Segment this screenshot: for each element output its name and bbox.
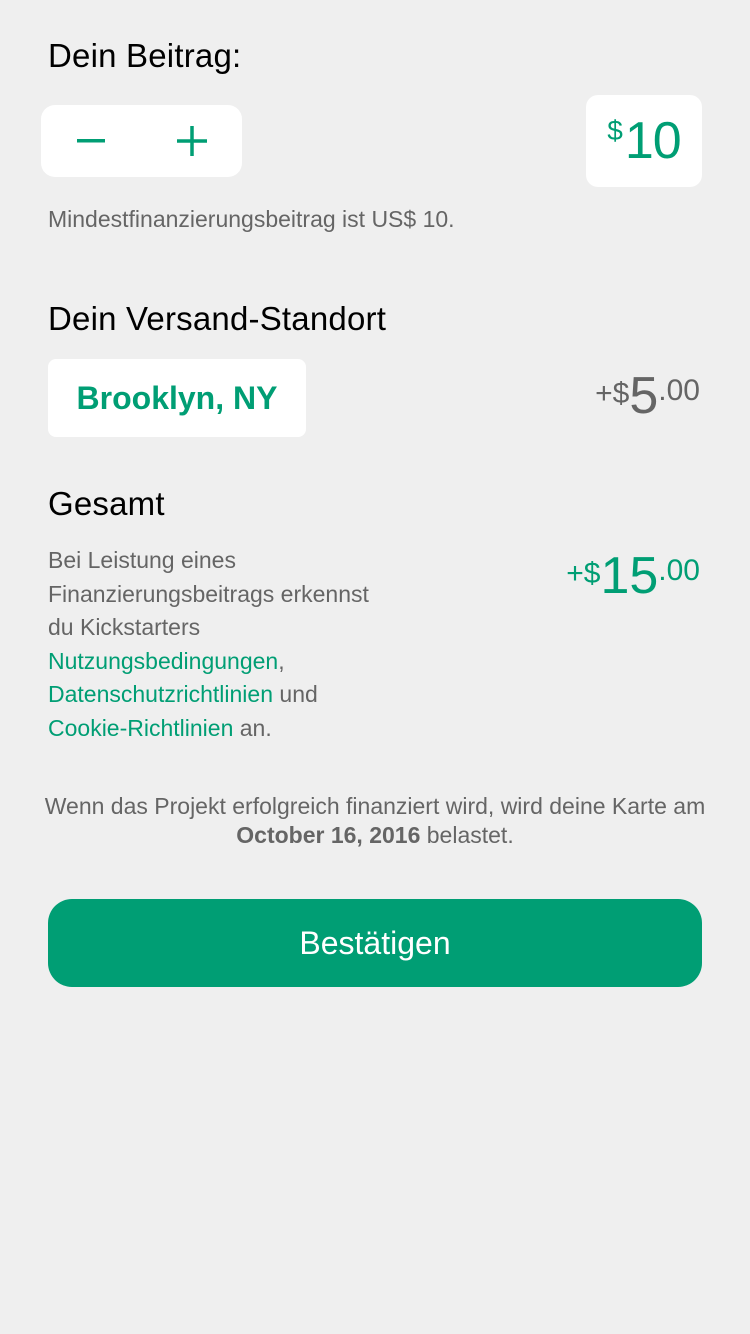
cookie-link[interactable]: Cookie-Richtlinien bbox=[48, 715, 233, 741]
terms-link[interactable]: Nutzungsbedingungen bbox=[48, 648, 278, 674]
shipping-price: +$ 5 .00 bbox=[595, 368, 700, 422]
privacy-link[interactable]: Datenschutzrichtlinien bbox=[48, 681, 273, 707]
shipping-title: Dein Versand-Standort bbox=[48, 300, 387, 337]
shipping-price-sign: +$ bbox=[595, 377, 630, 410]
pledge-title: Dein Beitrag: bbox=[48, 37, 242, 74]
pledge-amount-field[interactable]: $ 10 bbox=[586, 95, 702, 187]
charge-date: October 16, 2016 bbox=[236, 821, 421, 848]
shipping-price-cents: .00 bbox=[658, 374, 700, 407]
legal-suffix: an. bbox=[233, 714, 272, 741]
minimum-pledge-hint: Mindestfinanzierungsbeitrag ist US$ 10. bbox=[48, 206, 455, 232]
confirm-button[interactable]: Bestätigen bbox=[48, 899, 702, 987]
plus-icon bbox=[176, 126, 207, 156]
legal-text: Bei Leistung eines Finanzierungsbeitrags… bbox=[48, 544, 378, 745]
total-price-main: 15 bbox=[600, 547, 659, 605]
total-price-sign: +$ bbox=[566, 557, 601, 590]
legal-comma: , bbox=[278, 647, 285, 674]
legal-and: und bbox=[273, 681, 318, 707]
shipping-price-main: 5 bbox=[629, 367, 659, 425]
charge-note-prefix: Wenn das Projekt erfolgreich finanziert … bbox=[44, 793, 706, 819]
legal-prefix: Bei Leistung eines Finanzierungsbeitrags… bbox=[48, 547, 369, 640]
charge-note-suffix: belastet. bbox=[420, 821, 514, 848]
total-price: +$ 15 .00 bbox=[566, 548, 700, 602]
decrement-button[interactable] bbox=[41, 105, 142, 177]
increment-button[interactable] bbox=[142, 105, 243, 177]
minus-icon bbox=[77, 139, 106, 143]
total-title: Gesamt bbox=[48, 485, 165, 522]
total-price-cents: .00 bbox=[658, 554, 700, 587]
amount-value: 10 bbox=[624, 112, 682, 170]
pledge-stepper bbox=[41, 105, 242, 177]
shipping-location-button[interactable]: Brooklyn, NY bbox=[48, 359, 306, 437]
amount-currency: $ bbox=[607, 115, 623, 146]
charge-note: Wenn das Projekt erfolgreich finanziert … bbox=[40, 792, 710, 849]
